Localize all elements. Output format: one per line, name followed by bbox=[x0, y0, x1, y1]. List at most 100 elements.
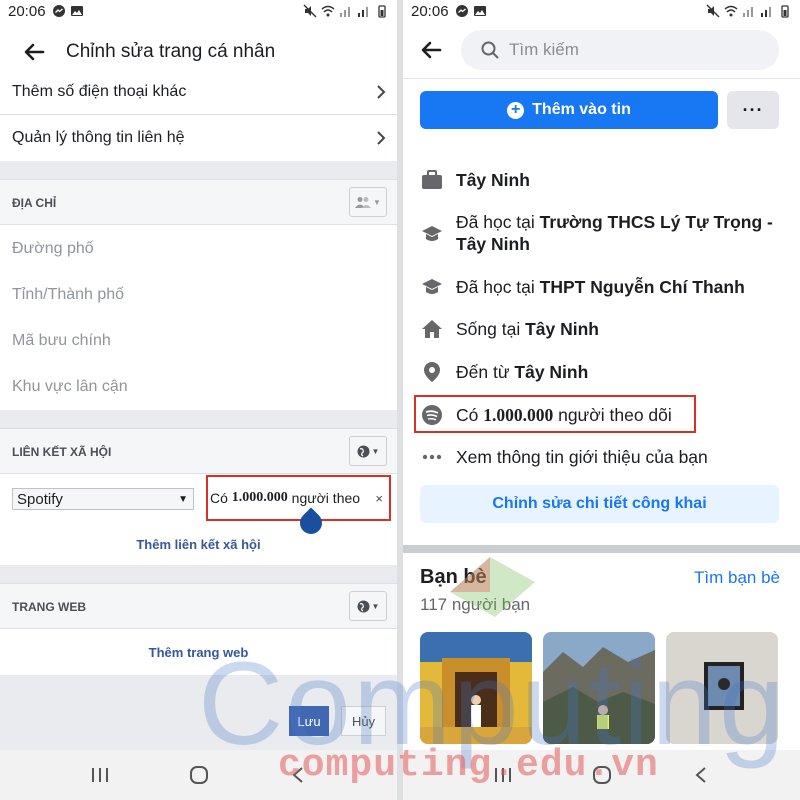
info-value: Tây Ninh bbox=[456, 170, 530, 190]
caret-down-icon: ▼ bbox=[371, 601, 380, 611]
info-row-lives-in: Sống tại Tây Ninh bbox=[420, 318, 785, 340]
add-website-link[interactable]: Thêm trang web bbox=[0, 645, 397, 660]
edit-public-details-button[interactable]: Chỉnh sửa chi tiết công khai bbox=[420, 485, 779, 523]
android-nav-bar bbox=[403, 750, 800, 800]
add-phone-label: Thêm số điện thoại khác bbox=[12, 83, 187, 100]
friend-photo-1[interactable] bbox=[420, 632, 532, 744]
globe-icon bbox=[357, 445, 370, 457]
friends-icon bbox=[355, 197, 372, 208]
see-about-row[interactable]: Xem thông tin giới thiệu của bạn bbox=[420, 446, 785, 468]
city-field[interactable]: Tỉnh/Thành phố bbox=[12, 286, 124, 304]
back-arrow-icon[interactable] bbox=[20, 38, 48, 66]
home-button-icon[interactable] bbox=[587, 760, 617, 790]
info-row-school-1: Đã học tại Trường THCS Lý Tự Trọng - Tây… bbox=[420, 211, 785, 255]
info-prefix: Đã học tại bbox=[456, 277, 540, 297]
footer-band bbox=[0, 675, 397, 750]
graduation-cap-icon bbox=[420, 276, 444, 298]
caret-down-icon: ▼ bbox=[371, 446, 380, 456]
recent-apps-icon[interactable] bbox=[488, 760, 518, 790]
graduation-cap-icon bbox=[420, 223, 444, 245]
messenger-icon bbox=[455, 5, 468, 17]
street-field[interactable]: Đường phố bbox=[12, 240, 94, 258]
wifi-icon bbox=[321, 5, 335, 17]
ellipsis-icon bbox=[420, 446, 444, 468]
back-arrow-icon[interactable] bbox=[417, 36, 445, 64]
cancel-button[interactable]: Hủy bbox=[341, 706, 386, 736]
briefcase-icon bbox=[420, 169, 444, 191]
website-label: TRANG WEB bbox=[12, 600, 86, 614]
social-username-input[interactable]: Có 1.000.000 người theo × bbox=[206, 475, 391, 521]
more-options-button[interactable]: ··· bbox=[727, 91, 779, 129]
search-placeholder: Tìm kiếm bbox=[509, 40, 579, 59]
messenger-icon bbox=[52, 5, 65, 17]
signal-icon-2 bbox=[358, 7, 368, 17]
address-label: ĐỊA CHỈ bbox=[12, 196, 57, 210]
add-to-story-button[interactable]: + Thêm vào tin bbox=[420, 91, 718, 129]
input-bold-number: 1.000.000 bbox=[231, 490, 288, 505]
chevron-right-icon bbox=[377, 131, 386, 145]
section-gap bbox=[0, 410, 397, 428]
back-nav-icon[interactable] bbox=[686, 760, 716, 790]
search-input[interactable]: Tìm kiếm bbox=[461, 30, 779, 70]
friend-photo-3[interactable] bbox=[666, 632, 778, 744]
plus-circle-icon: + bbox=[507, 101, 525, 119]
save-button[interactable]: Lưu bbox=[289, 706, 329, 736]
home-icon bbox=[420, 318, 444, 340]
website-privacy-button[interactable]: ▼ bbox=[349, 591, 387, 621]
info-row-work: Tây Ninh bbox=[420, 169, 785, 191]
website-section-header: TRANG WEB ▼ bbox=[0, 583, 397, 629]
globe-icon bbox=[357, 600, 370, 612]
status-time: 20:06 bbox=[411, 2, 449, 20]
friend-photo-2[interactable] bbox=[543, 632, 655, 744]
highlight-box bbox=[414, 395, 696, 433]
info-prefix: Đến từ bbox=[456, 362, 515, 382]
divider bbox=[0, 114, 397, 115]
gallery-icon bbox=[70, 6, 83, 16]
add-phone-row[interactable]: Thêm số điện thoại khác bbox=[0, 80, 397, 104]
recent-apps-icon[interactable] bbox=[85, 760, 115, 790]
status-time: 20:06 bbox=[8, 2, 46, 20]
manage-contact-label: Quản lý thông tin liên hệ bbox=[12, 129, 185, 146]
edit-profile-screen: 20:06 Chỉnh sửa trang cá nhân Thêm số đi… bbox=[0, 0, 397, 800]
caret-down-icon: ▼ bbox=[178, 493, 188, 505]
social-network-value: Spotify bbox=[17, 490, 63, 508]
add-social-link[interactable]: Thêm liên kết xã hội bbox=[0, 537, 397, 552]
section-gap bbox=[0, 161, 397, 179]
mute-icon bbox=[706, 4, 720, 18]
social-network-select[interactable]: Spotify ▼ bbox=[12, 488, 194, 510]
gallery-icon bbox=[473, 6, 486, 16]
back-nav-icon[interactable] bbox=[283, 760, 313, 790]
address-section-header: ĐỊA CHỈ ▼ bbox=[0, 179, 397, 225]
divider bbox=[403, 78, 800, 79]
signal-icon-2 bbox=[761, 7, 771, 17]
neighborhood-field[interactable]: Khu vực lân cận bbox=[12, 378, 128, 396]
chevron-right-icon bbox=[377, 85, 386, 99]
signal-icon bbox=[340, 7, 350, 17]
wifi-icon bbox=[724, 5, 738, 17]
info-value: THPT Nguyễn Chí Thanh bbox=[539, 277, 745, 297]
location-pin-icon bbox=[420, 361, 444, 383]
caret-down-icon: ▼ bbox=[373, 197, 381, 207]
app-header: Chỉnh sửa trang cá nhân bbox=[0, 28, 397, 76]
clear-input-icon[interactable]: × bbox=[375, 491, 383, 506]
see-about-label: Xem thông tin giới thiệu của bạn bbox=[456, 447, 708, 467]
address-privacy-button[interactable]: ▼ bbox=[349, 187, 387, 217]
info-value: Tây Ninh bbox=[525, 319, 599, 339]
info-row-from: Đến từ Tây Ninh bbox=[420, 361, 785, 383]
info-prefix: Đã học tại bbox=[456, 212, 540, 232]
signal-icon bbox=[743, 7, 753, 17]
android-nav-bar bbox=[0, 750, 397, 800]
postal-code-field[interactable]: Mã bưu chính bbox=[12, 332, 111, 350]
page-title: Chỉnh sửa trang cá nhân bbox=[66, 41, 276, 62]
section-gap bbox=[0, 565, 397, 583]
add-to-story-label: Thêm vào tin bbox=[532, 101, 631, 118]
social-links-label: LIÊN KẾT XÃ HỘI bbox=[12, 445, 112, 459]
profile-screen: 20:06 Tìm kiếm + Thêm vào tin ··· Tây Ni… bbox=[403, 0, 800, 800]
search-header: Tìm kiếm bbox=[403, 28, 800, 72]
social-privacy-button[interactable]: ▼ bbox=[349, 436, 387, 466]
home-button-icon[interactable] bbox=[184, 760, 214, 790]
find-friends-link[interactable]: Tìm bạn bè bbox=[694, 568, 780, 588]
search-icon bbox=[481, 41, 499, 59]
manage-contact-row[interactable]: Quản lý thông tin liên hệ bbox=[0, 126, 397, 150]
info-row-school-2: Đã học tại THPT Nguyễn Chí Thanh bbox=[420, 276, 785, 298]
